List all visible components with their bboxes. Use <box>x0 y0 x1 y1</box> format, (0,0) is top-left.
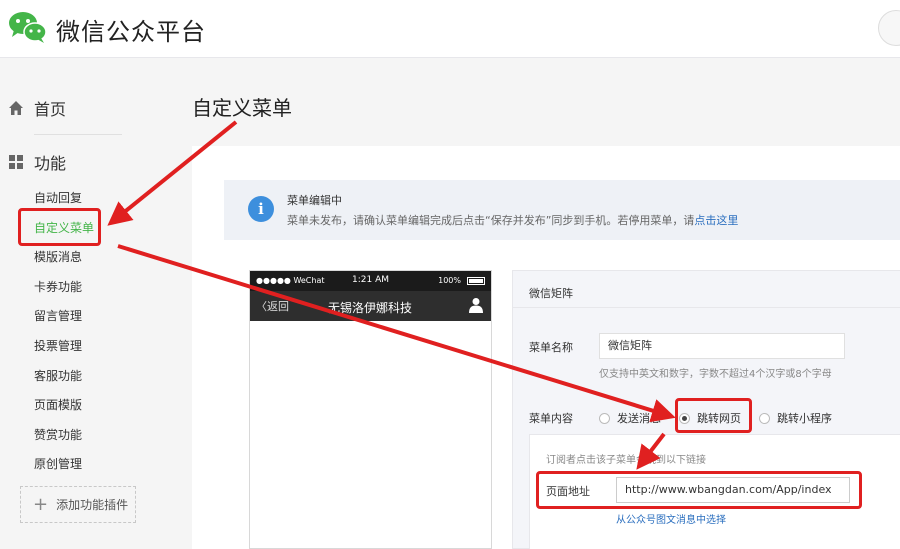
page-title: 自定义菜单 <box>192 96 292 120</box>
battery-icon <box>467 277 485 285</box>
wechat-logo-icon[interactable] <box>8 10 48 44</box>
brand-title: 微信公众平台 <box>56 18 206 46</box>
disable-menu-link[interactable]: 点击这里 <box>694 214 738 227</box>
account-avatar[interactable] <box>878 10 900 46</box>
radio-send-message-label: 发送消息 <box>617 412 661 425</box>
phone-carrier: ●●●●● WeChat <box>256 276 325 285</box>
plus-icon: + <box>33 493 49 515</box>
notice-title: 菜单编辑中 <box>287 194 342 207</box>
highlight-jump-webpage <box>675 398 752 433</box>
sidebar <box>0 58 160 549</box>
phone-battery-text: 100% <box>438 276 461 285</box>
menu-editing-notice: i 菜单编辑中 菜单未发布，请确认菜单编辑完成后点击“保存并发布”同步到手机。若… <box>224 180 900 240</box>
menu-name-input[interactable]: 微信矩阵 <box>599 333 845 359</box>
sidebar-features-label: 功能 <box>34 154 67 173</box>
menu-content-label: 菜单内容 <box>529 412 573 425</box>
phone-back-label: 返回 <box>267 300 289 313</box>
sidebar-item-coupons[interactable]: 卡券功能 <box>34 278 82 296</box>
sidebar-item-customer-service[interactable]: 客服功能 <box>34 367 82 385</box>
radio-jump-miniprogram-label: 跳转小程序 <box>777 412 832 425</box>
radio-jump-miniprogram-dot[interactable] <box>759 412 770 424</box>
grid-icon <box>8 154 24 170</box>
menu-name-hint: 仅支持中英文和数字，字数不超过4个汉字或8个字母 <box>599 369 832 380</box>
highlight-custom-menu <box>18 208 101 246</box>
sidebar-item-template-message[interactable]: 模版消息 <box>34 248 82 266</box>
radio-jump-miniprogram[interactable]: 跳转小程序 <box>759 410 832 426</box>
radio-send-message-dot[interactable] <box>599 412 610 424</box>
add-plugin-label: 添加功能插件 <box>56 498 129 512</box>
add-plugin-button[interactable]: + 添加功能插件 <box>20 486 136 523</box>
sidebar-item-page-templates[interactable]: 页面模版 <box>34 396 82 414</box>
phone-clock: 1:21 AM <box>352 275 389 285</box>
notice-body: 菜单未发布，请确认菜单编辑完成后点击“保存并发布”同步到手机。若停用菜单，请 <box>287 214 695 227</box>
editor-heading: 微信矩阵 <box>529 287 573 300</box>
sidebar-item-rewards[interactable]: 赞赏功能 <box>34 426 82 444</box>
menu-name-label: 菜单名称 <box>529 341 573 354</box>
phone-status-bar: ●●●●● WeChat 1:21 AM 100% <box>250 271 491 291</box>
sidebar-home[interactable]: 首页 <box>8 96 66 120</box>
person-icon <box>469 298 483 313</box>
home-icon <box>8 100 24 116</box>
notice-text: 菜单未发布，请确认菜单编辑完成后点击“保存并发布”同步到手机。若停用菜单，请点击… <box>287 212 738 228</box>
select-from-articles-link[interactable]: 从公众号图文消息中选择 <box>616 511 726 526</box>
sidebar-item-comments[interactable]: 留言管理 <box>34 307 82 325</box>
webpage-hint: 订阅者点击该子菜单会跳到以下链接 <box>546 455 706 466</box>
sidebar-home-label: 首页 <box>34 100 67 119</box>
editor-divider <box>513 307 900 308</box>
highlight-page-url <box>536 471 862 509</box>
radio-send-message[interactable]: 发送消息 <box>599 410 661 426</box>
info-icon: i <box>248 196 274 222</box>
sidebar-features[interactable]: 功能 <box>8 150 66 174</box>
phone-preview: ●●●●● WeChat 1:21 AM 100% 〈返回 无锡洛伊娜科技 <box>249 270 492 549</box>
top-bar: 微信公众平台 <box>0 0 900 58</box>
sidebar-divider <box>34 134 122 135</box>
sidebar-item-auto-reply[interactable]: 自动回复 <box>34 189 82 207</box>
back-chevron-icon: 〈 <box>256 300 267 313</box>
sidebar-item-original-content[interactable]: 原创管理 <box>34 455 82 473</box>
phone-nav-bar: 〈返回 无锡洛伊娜科技 <box>250 291 491 321</box>
sidebar-item-voting[interactable]: 投票管理 <box>34 337 82 355</box>
phone-back: 〈返回 <box>256 298 289 314</box>
phone-account-title: 无锡洛伊娜科技 <box>328 301 413 315</box>
